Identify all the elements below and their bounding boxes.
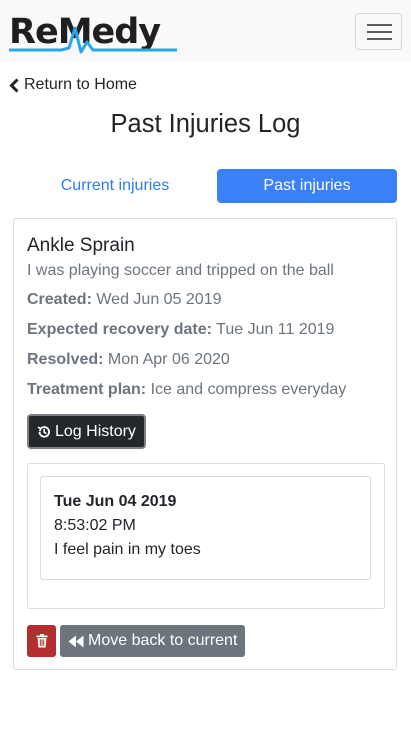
log-history-panel: Tue Jun 04 2019 8:53:02 PM I feel pain i… xyxy=(27,463,385,609)
return-home-label: Return to Home xyxy=(24,76,137,93)
navbar: ReMedy xyxy=(0,0,411,62)
move-back-to-current-button[interactable]: Move back to current xyxy=(60,625,246,657)
log-history-button[interactable]: Log History xyxy=(27,414,146,449)
log-entry-date: Tue Jun 04 2019 xyxy=(54,493,177,510)
delete-button[interactable] xyxy=(27,625,56,657)
resolved-field: Resolved: Mon Apr 06 2020 xyxy=(27,349,230,371)
created-field: Created: Wed Jun 05 2019 xyxy=(27,289,222,311)
field-label: Created: xyxy=(27,291,92,308)
field-value: Ice and compress everyday xyxy=(150,381,347,398)
chevron-left-icon xyxy=(9,77,19,93)
field-label: Resolved: xyxy=(27,351,104,368)
injury-description: I was playing soccer and tripped on the … xyxy=(27,262,334,279)
log-entry-note: I feel pain in my toes xyxy=(54,541,201,558)
return-home-link[interactable]: Return to Home xyxy=(9,74,137,96)
field-value: Wed Jun 05 2019 xyxy=(96,291,222,308)
treatment-plan-field: Treatment plan: Ice and compress everyda… xyxy=(27,379,346,401)
injury-title: Ankle Sprain xyxy=(27,235,135,256)
expected-recovery-field: Expected recovery date: Tue Jun 11 2019 xyxy=(27,319,334,341)
hamburger-icon xyxy=(367,24,392,26)
navbar-toggle-button[interactable] xyxy=(355,13,402,50)
trash-icon xyxy=(36,634,47,648)
field-label: Expected recovery date: xyxy=(27,321,212,338)
history-icon xyxy=(37,425,50,438)
tab-current-injuries[interactable]: Current injuries xyxy=(25,169,205,203)
log-entry-time: 8:53:02 PM xyxy=(54,517,136,534)
remedy-logo[interactable]: ReMedy xyxy=(9,12,177,54)
heartbeat-line-icon xyxy=(9,26,177,54)
log-history-label: Log History xyxy=(55,422,136,440)
fast-backward-icon xyxy=(68,635,84,647)
log-entry: Tue Jun 04 2019 8:53:02 PM I feel pain i… xyxy=(40,476,371,580)
page-title: Past Injuries Log xyxy=(110,110,301,138)
tab-past-injuries[interactable]: Past injuries xyxy=(217,169,397,203)
move-back-label: Move back to current xyxy=(88,632,238,649)
field-value: Mon Apr 06 2020 xyxy=(107,351,230,368)
field-label: Treatment plan: xyxy=(27,381,147,398)
injury-card: Ankle Sprain I was playing soccer and tr… xyxy=(13,218,397,670)
field-value: Tue Jun 11 2019 xyxy=(216,321,335,338)
